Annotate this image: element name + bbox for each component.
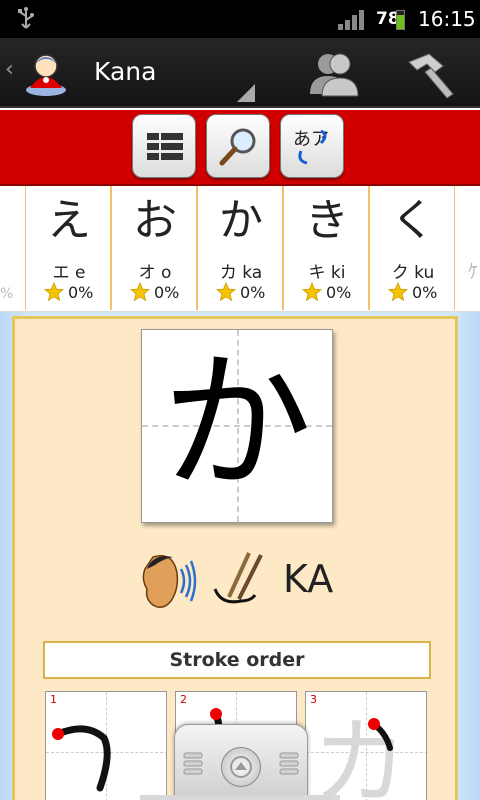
kana-katakana-romaji: ク ku <box>370 258 456 283</box>
kana-score: 0% <box>68 283 94 302</box>
star-icon <box>43 281 65 302</box>
big-character: か <box>161 337 312 511</box>
signal-icon <box>338 10 364 30</box>
bottom-drawer-handle[interactable] <box>174 724 308 800</box>
kana-score: 0% <box>154 283 180 302</box>
kana-katakana-romaji: カ ka <box>198 258 284 283</box>
kana-romaji: ka <box>242 263 263 283</box>
dropdown-indicator-icon[interactable] <box>237 84 255 102</box>
kana-strip[interactable]: えエ e 0% おオ o 0% かカ ka 0% きキ ki 0% くク ku 0% <box>0 186 480 312</box>
star-icon <box>387 281 409 302</box>
stroke-1-drawing <box>52 725 111 792</box>
stroke-step-1[interactable]: 1 <box>45 691 167 800</box>
kana-score: 0% <box>326 283 352 302</box>
expand-button[interactable] <box>221 747 261 787</box>
kana-score: 0% <box>240 283 266 302</box>
kana-katakana: エ <box>52 263 70 283</box>
screen-title[interactable]: Kana <box>94 57 156 86</box>
status-bar: 78 16:15 <box>0 0 480 38</box>
star-icon <box>129 281 151 302</box>
svg-text:カ: カ <box>312 707 408 800</box>
pronunciation-speaker-icon[interactable] <box>133 549 199 613</box>
grip-right-icon <box>279 752 299 775</box>
kana-hiragana: お <box>133 195 177 246</box>
strip-peek-right: ｹ <box>468 259 478 283</box>
kana-cell[interactable]: おオ o 0% <box>111 186 197 310</box>
kana-katakana: ク <box>391 263 409 283</box>
kana-romaji: ki <box>330 263 346 283</box>
kana-katakana: カ <box>219 263 237 283</box>
bottom-divider <box>140 795 340 800</box>
character-card[interactable]: か <box>141 329 333 523</box>
kana-katakana-romaji: エ e <box>26 258 112 283</box>
action-bar: ‹ Kana <box>0 38 480 108</box>
kana-katakana: オ <box>138 263 156 283</box>
back-chevron-icon[interactable]: ‹ <box>5 59 14 81</box>
stroke-3-drawing: カ <box>312 707 408 800</box>
stroke-order-header: Stroke order <box>43 641 431 679</box>
search-icon <box>219 128 256 166</box>
kana-hiragana: く <box>391 195 435 246</box>
kana-cell[interactable]: きキ ki 0% <box>283 186 369 310</box>
kana-screen: 78 16:15 ‹ Kana あア え エ e 0% お オ o 0% か カ… <box>0 0 480 800</box>
chevron-up-icon <box>230 756 252 778</box>
toolbar: あア <box>0 110 480 186</box>
users-icon[interactable] <box>306 48 364 100</box>
strip-peek-left: % <box>0 286 14 302</box>
usb-icon <box>18 7 34 29</box>
calligraphy-brush-icon[interactable] <box>211 549 267 609</box>
grid-view-button[interactable] <box>132 114 196 178</box>
kana-katakana-romaji: キ ki <box>284 258 370 283</box>
kana-katakana: キ <box>308 263 326 283</box>
romaji-label: KA <box>283 557 334 601</box>
kana-switch-icon: あア <box>293 129 329 165</box>
clock: 16:15 <box>418 7 476 31</box>
kana-hiragana: き <box>305 195 349 246</box>
kana-cell[interactable]: かカ ka 0% <box>197 186 283 310</box>
grid-view-icon <box>147 133 183 160</box>
battery-icon <box>396 10 405 30</box>
stroke-step-3[interactable]: 3 カ <box>305 691 427 800</box>
kana-score: 0% <box>412 283 438 302</box>
kana-switch-button[interactable]: あア <box>280 114 344 178</box>
kana-romaji: ku <box>414 263 435 283</box>
battery-fill <box>397 14 404 29</box>
kana-hiragana: か <box>219 195 263 246</box>
star-icon <box>215 281 237 302</box>
kana-romaji: e <box>74 263 86 283</box>
search-button[interactable] <box>206 114 270 178</box>
kana-hiragana: え <box>47 195 91 246</box>
kana-cell[interactable]: えエ e 0% <box>25 186 111 310</box>
app-logo-icon[interactable] <box>20 46 72 98</box>
hammer-icon[interactable] <box>403 48 461 100</box>
kana-cell[interactable]: くク ku 0% <box>369 186 455 310</box>
kana-romaji: o <box>161 263 172 283</box>
grip-left-icon <box>183 752 203 775</box>
kana-katakana-romaji: オ o <box>112 258 198 283</box>
star-icon <box>301 281 323 302</box>
